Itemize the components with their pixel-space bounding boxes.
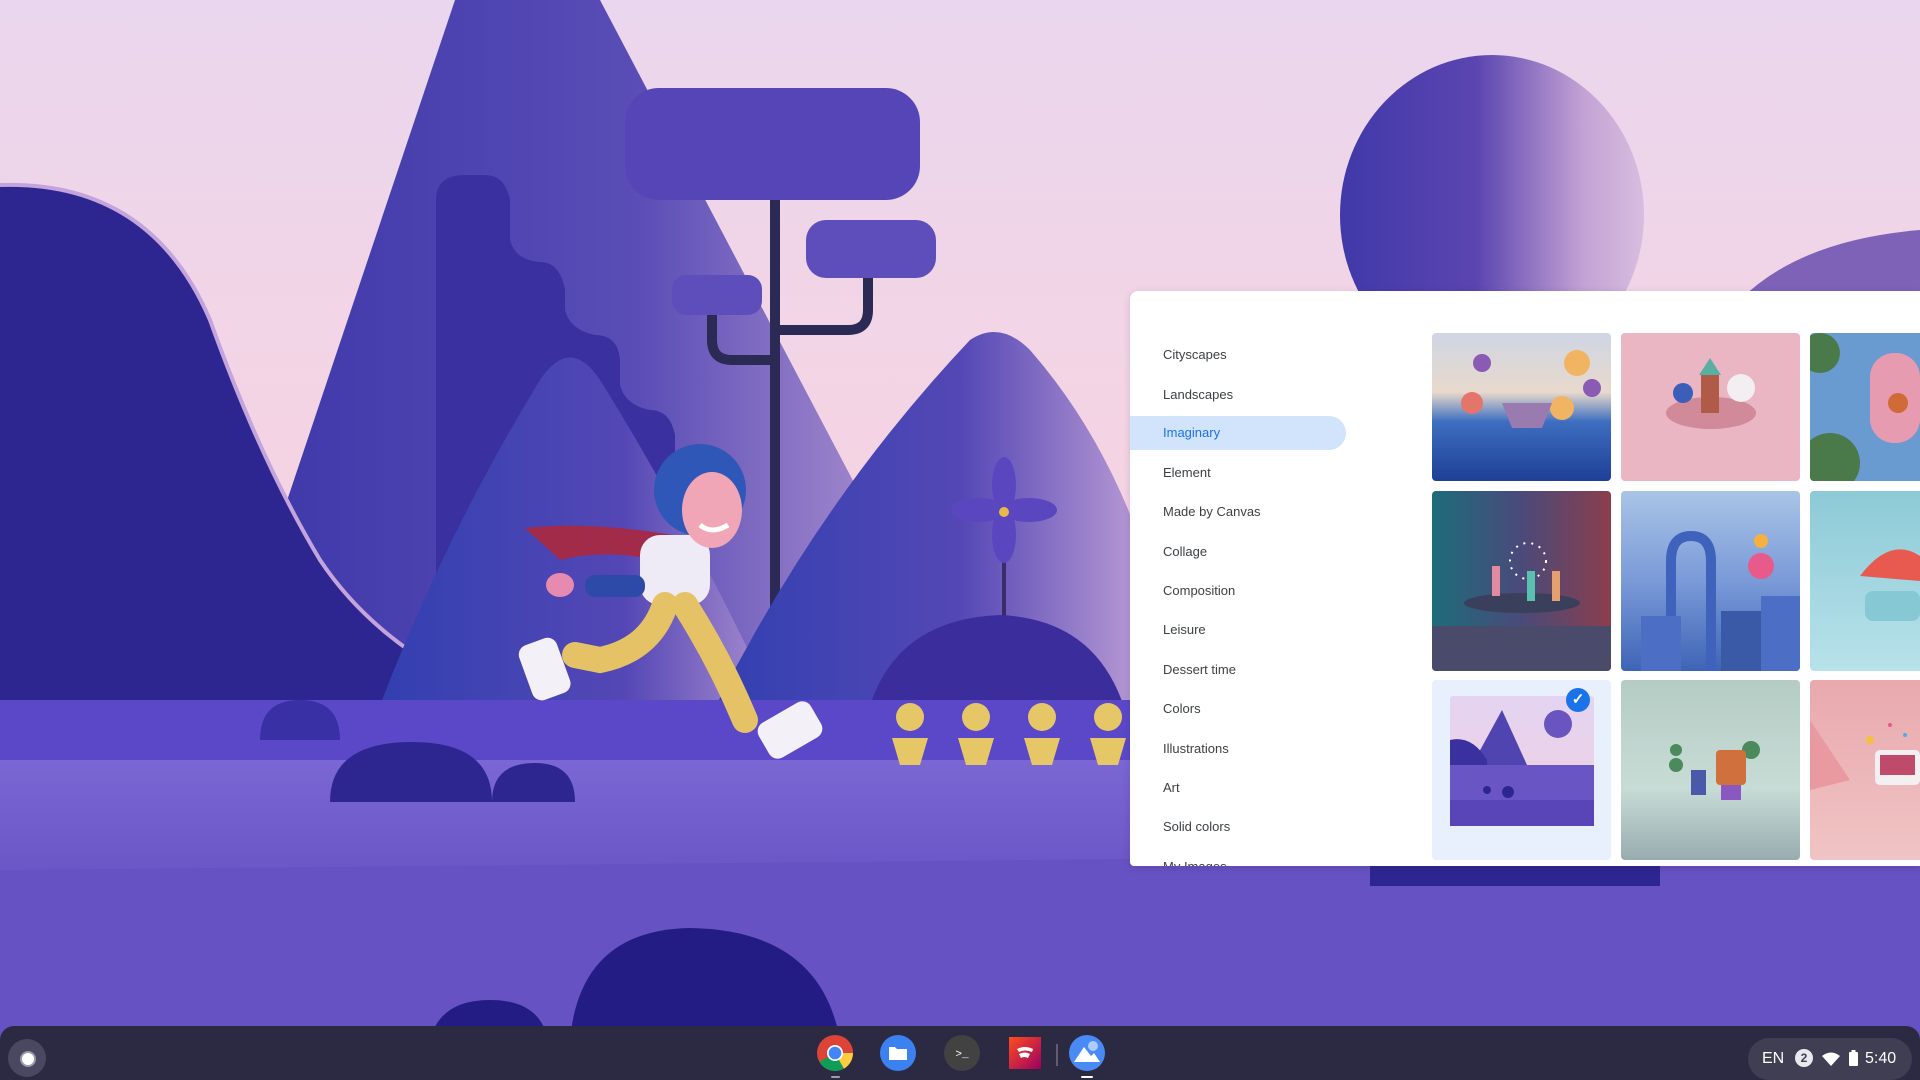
tree-trunk [770, 200, 780, 620]
wallpaper-picker-window: Cityscapes Landscapes Imaginary Element … [1130, 291, 1920, 866]
chrome-icon [817, 1035, 853, 1072]
launcher-button[interactable] [8, 1039, 46, 1077]
back-pedestal [1370, 866, 1660, 886]
court-image [1810, 333, 1920, 481]
tree-canopy-left [672, 275, 762, 315]
category-my-images[interactable]: My Images [1130, 850, 1346, 866]
app-chrome[interactable] [816, 1034, 854, 1078]
category-landscapes[interactable]: Landscapes [1130, 378, 1346, 412]
svg-text:>_: >_ [955, 1049, 969, 1061]
category-imaginary[interactable]: Imaginary [1130, 416, 1346, 450]
thumbnail-watermelon[interactable] [1810, 491, 1920, 671]
thumbnail-balloons-boat-waves[interactable] [1432, 333, 1611, 481]
thumbnail-dancers-stage[interactable] [1432, 491, 1611, 671]
wifi-icon [1822, 1052, 1840, 1071]
thumbnail-pink-castle-creatures[interactable] [1621, 333, 1800, 481]
app-stadia[interactable] [1006, 1034, 1044, 1072]
terminal-icon: >_ [944, 1035, 980, 1071]
battery-icon [1849, 1050, 1858, 1071]
thumbnail-robot-trees[interactable] [1621, 680, 1800, 860]
thumbnail-arch-blocks[interactable] [1621, 491, 1800, 671]
selected-check-icon: ✓ [1566, 688, 1590, 712]
category-element[interactable]: Element [1130, 456, 1346, 490]
confetti-tablet-image [1810, 720, 1920, 790]
ime-indicator: EN [1762, 1050, 1785, 1067]
castle-image [1666, 358, 1756, 429]
arch-blocks-image [1641, 530, 1800, 671]
notification-count-badge: 2 [1795, 1049, 1813, 1067]
category-leisure[interactable]: Leisure [1130, 613, 1346, 647]
thumbnail-basketball-court[interactable] [1810, 333, 1920, 481]
dancers-image [1432, 542, 1611, 671]
launcher-icon [20, 1051, 36, 1067]
stadia-icon [1009, 1037, 1041, 1069]
category-dessert-time[interactable]: Dessert time [1130, 653, 1346, 687]
active-indicator [1081, 1076, 1093, 1078]
files-folder-icon [880, 1035, 916, 1071]
shelf-divider [1056, 1044, 1058, 1066]
status-tray[interactable]: EN 2 5:40 [1748, 1038, 1912, 1080]
category-colors[interactable]: Colors [1130, 692, 1346, 726]
thumbnail-pink-confetti-tablet[interactable] [1810, 680, 1920, 860]
category-collage[interactable]: Collage [1130, 535, 1346, 569]
robot-trees-image [1669, 741, 1760, 800]
balloons-image [1461, 350, 1601, 428]
category-composition[interactable]: Composition [1130, 574, 1346, 608]
category-list[interactable]: Cityscapes Landscapes Imaginary Element … [1130, 291, 1360, 866]
thumbnail-runner-ducklings-selected[interactable]: ✓ [1432, 680, 1611, 860]
category-art[interactable]: Art [1130, 771, 1346, 805]
category-illustrations[interactable]: Illustrations [1130, 732, 1346, 766]
category-made-by-canvas[interactable]: Made by Canvas [1130, 495, 1346, 529]
clock-time: 5:40 [1865, 1050, 1897, 1067]
shelf-taskbar: >_ EN 2 5:40 [0, 1026, 1920, 1080]
app-terminal[interactable]: >_ [943, 1034, 981, 1072]
category-cityscapes[interactable]: Cityscapes [1130, 338, 1346, 372]
tree-canopy-right [806, 220, 936, 278]
running-indicator [831, 1076, 840, 1078]
watermelon-image [1860, 549, 1920, 621]
tree-canopy-top [625, 88, 920, 200]
app-files[interactable] [879, 1034, 917, 1072]
app-wallpaper-picker[interactable] [1068, 1034, 1106, 1078]
category-solid-colors[interactable]: Solid colors [1130, 810, 1346, 844]
wallpaper-mountain-icon [1069, 1035, 1105, 1071]
